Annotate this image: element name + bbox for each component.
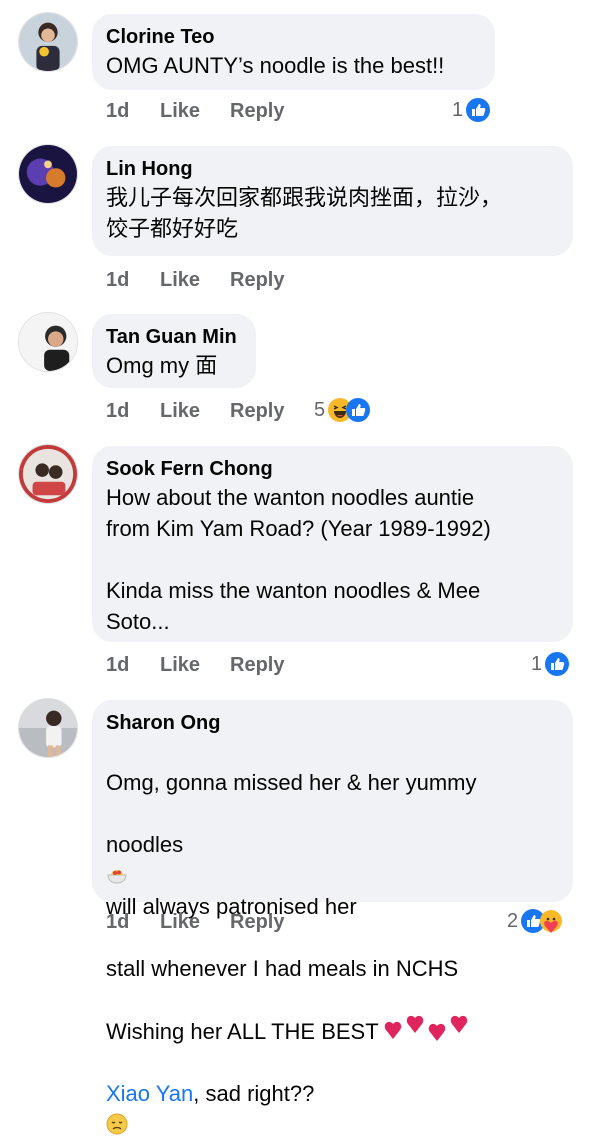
disappointed-emoji-icon [106, 1113, 128, 1135]
timestamp[interactable]: 1d [106, 911, 160, 934]
avatar[interactable] [18, 698, 78, 758]
comment-actions: 1d Like Reply [106, 100, 284, 123]
comment-bubble: Sook Fern Chong How about the wanton noo… [92, 446, 573, 642]
comment-bubble: Clorine Teo OMG AUNTY’s noodle is the be… [92, 14, 495, 90]
reply-button[interactable]: Reply [230, 654, 284, 677]
commenter-name[interactable]: Sharon Ong [106, 710, 559, 736]
commenter-name[interactable]: Clorine Teo [106, 24, 481, 50]
reaction-count: 2 [507, 909, 519, 932]
reaction-count: 1 [452, 98, 464, 121]
reactions-summary[interactable]: 1 [452, 98, 491, 122]
comment-actions: 1d Like Reply [106, 269, 284, 292]
mention-link[interactable]: Xiao Yan [106, 1081, 193, 1106]
timestamp[interactable]: 1d [106, 100, 160, 123]
timestamp[interactable]: 1d [106, 400, 160, 423]
like-button[interactable]: Like [160, 400, 230, 423]
timestamp[interactable]: 1d [106, 654, 160, 677]
reply-button[interactable]: Reply [230, 911, 284, 934]
reply-button[interactable]: Reply [230, 100, 284, 123]
reactions-summary[interactable]: 5 [314, 398, 371, 422]
like-button[interactable]: Like [160, 911, 230, 934]
comment-actions: 1d Like Reply [106, 400, 284, 423]
commenter-name[interactable]: Tan Guan Min [106, 324, 242, 350]
spaghetti-emoji-icon [106, 864, 128, 886]
avatar[interactable] [18, 12, 78, 72]
reaction-count: 5 [314, 398, 326, 421]
like-icon [346, 398, 371, 422]
like-icon [545, 652, 570, 676]
like-icon [466, 98, 491, 122]
comment-bubble: Tan Guan Min Omg my 面 [92, 314, 256, 388]
commenter-name[interactable]: Sook Fern Chong [106, 456, 559, 482]
comment-text: 我儿子每次回家都跟我说肉挫面，拉沙， 饺子都好好吃 [106, 185, 503, 241]
hearts-emoji-icon [383, 1015, 469, 1045]
comment-text: Omg, gonna missed her & her yummy noodle… [106, 736, 559, 1140]
reply-button[interactable]: Reply [230, 269, 284, 292]
like-button[interactable]: Like [160, 269, 230, 292]
reactions-summary[interactable]: 1 [531, 652, 570, 676]
reaction-count: 1 [531, 652, 543, 675]
commenter-name[interactable]: Lin Hong [106, 156, 559, 182]
comment-actions: 1d Like Reply [106, 911, 284, 934]
reactions-summary[interactable]: 2 [507, 909, 563, 933]
reply-button[interactable]: Reply [230, 400, 284, 423]
like-button[interactable]: Like [160, 654, 230, 677]
avatar[interactable] [18, 444, 78, 504]
comment-text: OMG AUNTY’s noodle is the best!! [106, 53, 445, 78]
comment-bubble: Lin Hong 我儿子每次回家都跟我说肉挫面，拉沙， 饺子都好好吃 [92, 146, 573, 256]
care-icon [539, 909, 563, 933]
avatar[interactable] [18, 312, 78, 372]
comment-actions: 1d Like Reply [106, 654, 284, 677]
avatar[interactable] [18, 144, 78, 204]
comment-bubble: Sharon Ong Omg, gonna missed her & her y… [92, 700, 573, 1135]
comment-text: How about the wanton noodles auntie from… [106, 485, 491, 634]
comment-text: Omg my 面 [106, 353, 218, 378]
like-button[interactable]: Like [160, 100, 230, 123]
timestamp[interactable]: 1d [106, 269, 160, 292]
